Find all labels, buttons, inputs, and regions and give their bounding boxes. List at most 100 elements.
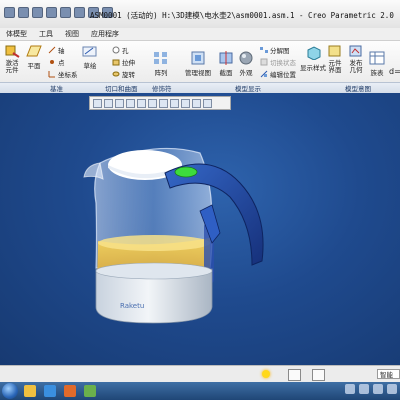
- kettle-spout: [83, 162, 104, 180]
- manage-views-button[interactable]: 管理视图: [185, 51, 211, 77]
- point-icon: [50, 60, 54, 64]
- edit-position-icon: [260, 70, 268, 78]
- explode-icon: [260, 47, 268, 53]
- point-button[interactable]: 点: [48, 57, 65, 67]
- component-interface-label: 元件 界面: [328, 59, 342, 74]
- hole-icon: [112, 46, 120, 54]
- status-bar: 智能: [0, 365, 400, 383]
- water-surface: [98, 235, 210, 251]
- axis-button[interactable]: 轴: [48, 45, 65, 55]
- component-interface-icon: [328, 45, 341, 57]
- publish-geometry-button[interactable]: 发布 几何: [347, 44, 365, 74]
- extrude-label: 拉伸: [122, 59, 135, 67]
- tab-view[interactable]: 视图: [59, 28, 85, 40]
- activate-component-button[interactable]: 激活 元件: [2, 44, 22, 74]
- display-style-button[interactable]: 显示样式: [300, 46, 326, 72]
- edit-position-button[interactable]: 编辑位置: [260, 69, 296, 79]
- toggle-status-button[interactable]: 切换状态: [260, 57, 296, 67]
- plane-label: 平面: [27, 62, 41, 70]
- point-label: 点: [58, 59, 65, 67]
- display-style-label: 显示样式: [300, 64, 326, 72]
- revolve-label: 旋转: [122, 71, 135, 79]
- group-model-intent[interactable]: 模型意图: [345, 83, 371, 93]
- section-label: 截面: [219, 69, 233, 77]
- component-interface-button[interactable]: 元件 界面: [326, 44, 344, 74]
- sketch-icon: [82, 46, 97, 57]
- pattern-label: 阵列: [154, 69, 168, 77]
- clock-icon[interactable]: [387, 384, 397, 394]
- publish-geometry-label: 发布 几何: [349, 59, 363, 74]
- manage-views-label: 管理视图: [185, 69, 211, 77]
- explode-label: 分解图: [270, 47, 290, 55]
- volume-icon[interactable]: [359, 384, 369, 394]
- language-icon[interactable]: [373, 384, 383, 394]
- graphics-viewport[interactable]: Raketu: [0, 93, 400, 365]
- title-bar: ASM0001 (活动的) H:\3D建模\电水壶2\asm0001.asm.1…: [0, 0, 400, 29]
- family-table-icon: [369, 51, 385, 65]
- family-table-button[interactable]: 族表: [369, 51, 385, 77]
- relations-button[interactable]: d=: [389, 67, 400, 76]
- explode-button[interactable]: 分解图: [260, 45, 290, 55]
- kettle-model[interactable]: Raketu: [0, 93, 400, 365]
- csys-icon: [48, 71, 55, 78]
- creo-icon[interactable]: [84, 385, 96, 397]
- kettle-base-top: [95, 262, 213, 280]
- csys-button[interactable]: 坐标系: [48, 69, 78, 79]
- save-icon[interactable]: [32, 7, 43, 18]
- appearance-button[interactable]: 外观: [238, 51, 254, 77]
- relations-label: d=: [389, 67, 400, 76]
- selection-window-icon[interactable]: [312, 369, 325, 381]
- tab-applications[interactable]: 应用程序: [85, 28, 125, 40]
- network-icon[interactable]: [345, 384, 355, 394]
- undo-icon[interactable]: [46, 7, 57, 18]
- group-model-display[interactable]: 模型显示: [235, 83, 261, 93]
- group-modifiers[interactable]: 修饰符: [152, 83, 172, 93]
- family-table-label: 族表: [370, 69, 384, 77]
- pattern-button[interactable]: 阵列: [153, 51, 169, 77]
- extrude-icon: [112, 59, 120, 66]
- new-icon[interactable]: [4, 7, 15, 18]
- toggle-status-label: 切换状态: [270, 59, 296, 67]
- plane-button[interactable]: 平面: [26, 44, 42, 70]
- browser-icon[interactable]: [44, 385, 56, 397]
- power-button-green: [174, 166, 198, 178]
- find-icon[interactable]: [288, 369, 301, 381]
- revolve-button[interactable]: 旋转: [112, 69, 135, 79]
- os-taskbar: [0, 382, 400, 400]
- toggle-status-icon: [260, 58, 268, 66]
- sketch-label: 草绘: [83, 62, 97, 70]
- revolve-icon: [112, 71, 120, 77]
- regenerate-icon[interactable]: [74, 7, 85, 18]
- appearance-sphere-icon: [239, 51, 253, 65]
- hole-button[interactable]: 孔: [112, 45, 129, 55]
- csys-label: 坐标系: [58, 71, 78, 79]
- extrude-button[interactable]: 拉伸: [112, 57, 135, 67]
- ribbon-tabs: 体模型 工具 视图 应用程序: [0, 28, 400, 41]
- selection-filter-dropdown[interactable]: 智能: [377, 369, 400, 379]
- activate-component-label: 激活 元件: [5, 59, 19, 74]
- regeneration-status-icon[interactable]: [262, 370, 270, 378]
- axis-label: 轴: [58, 47, 65, 55]
- pattern-icon: [154, 52, 167, 64]
- group-cut-surface[interactable]: 切口和曲面: [105, 83, 138, 93]
- publish-geometry-icon: [349, 45, 362, 57]
- redo-icon[interactable]: [60, 7, 71, 18]
- explorer-icon[interactable]: [24, 385, 36, 397]
- display-style-cube-icon: [307, 46, 321, 60]
- tab-tools[interactable]: 工具: [33, 28, 59, 40]
- manage-views-icon: [191, 51, 205, 65]
- activate-icon: [5, 45, 20, 58]
- window-title: ASM0001 (活动的) H:\3D建模\电水壶2\asm0001.asm.1…: [90, 11, 394, 20]
- system-tray: [322, 384, 400, 398]
- open-icon[interactable]: [18, 7, 29, 18]
- start-button[interactable]: [2, 383, 18, 399]
- media-icon[interactable]: [64, 385, 76, 397]
- group-datum[interactable]: 基准: [50, 83, 63, 93]
- section-button[interactable]: 截面: [218, 51, 234, 77]
- sketch-button[interactable]: 草绘: [82, 44, 98, 70]
- section-icon: [219, 51, 233, 65]
- brand-logo: Raketu: [120, 302, 144, 310]
- tab-model[interactable]: 体模型: [0, 28, 33, 40]
- edit-position-label: 编辑位置: [270, 71, 296, 79]
- plane-icon: [26, 45, 42, 57]
